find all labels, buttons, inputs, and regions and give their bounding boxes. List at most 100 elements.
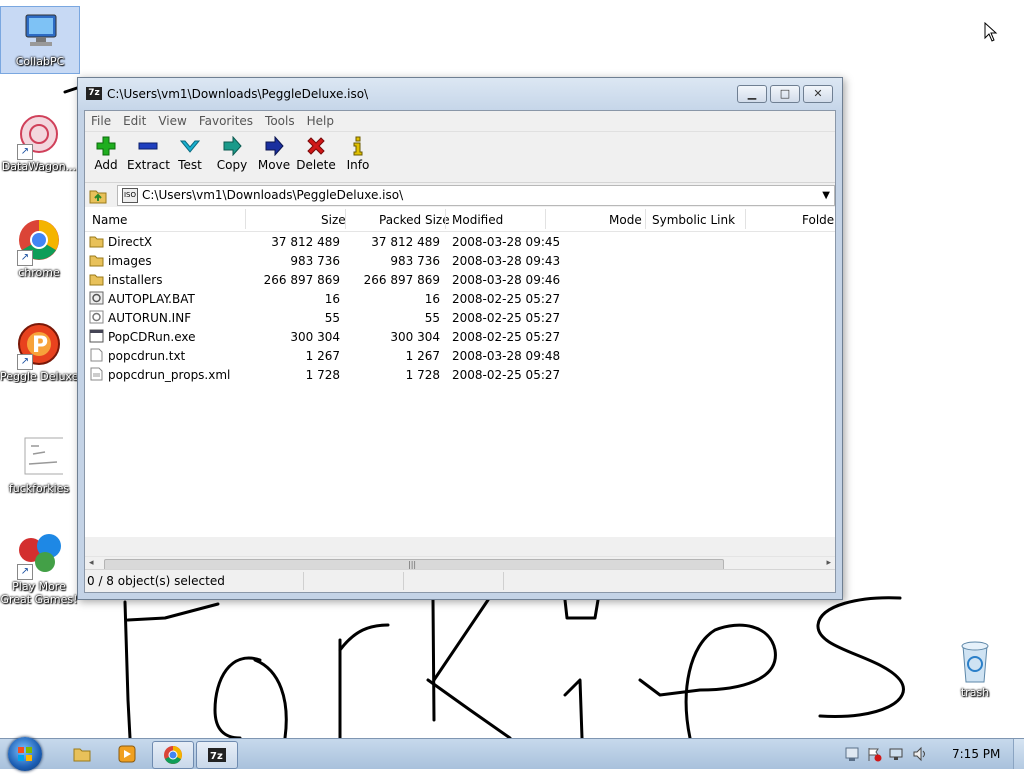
file-modified: 2008-02-25 05:27 bbox=[452, 311, 561, 325]
file-modified: 2008-02-25 05:27 bbox=[452, 368, 561, 382]
file-list: Name Size Packed Size Modified Mode Symb… bbox=[85, 207, 835, 537]
image-file-icon bbox=[15, 434, 66, 482]
file-row[interactable]: AUTORUN.INF 55 55 2008-02-25 05:27 bbox=[85, 308, 835, 327]
flag-icon[interactable] bbox=[866, 746, 882, 762]
delete-icon bbox=[307, 137, 325, 155]
column-name[interactable]: Name bbox=[92, 213, 127, 227]
column-symbolic-link[interactable]: Symbolic Link bbox=[652, 213, 735, 227]
add-button[interactable]: Add bbox=[85, 136, 127, 172]
file-row[interactable]: images 983 736 983 736 2008-03-28 09:43 bbox=[85, 251, 835, 270]
file-name: popcdrun.txt bbox=[108, 349, 186, 363]
datawagon-icon: ↗ bbox=[15, 112, 63, 160]
scroll-left-arrow-icon[interactable]: ◂ bbox=[89, 558, 94, 568]
batch-file-icon bbox=[89, 291, 104, 305]
move-button[interactable]: Move bbox=[253, 136, 295, 172]
action-center-icon[interactable] bbox=[844, 746, 860, 762]
file-row[interactable]: PopCDRun.exe 300 304 300 304 2008-02-25 05:… bbox=[85, 327, 835, 346]
taskbar-chrome-button[interactable] bbox=[152, 741, 194, 769]
speaker-icon[interactable] bbox=[912, 746, 928, 762]
file-size: 37 812 489 bbox=[271, 235, 340, 249]
chevron-down-icon[interactable]: ▼ bbox=[822, 186, 830, 205]
info-button[interactable]: Info bbox=[337, 136, 379, 172]
test-button[interactable]: Test bbox=[169, 136, 211, 172]
file-modified: 2008-03-28 09:48 bbox=[452, 349, 561, 363]
window-title: C:\Users\vm1\Downloads\PeggleDeluxe.iso\ bbox=[107, 87, 369, 101]
chrome-icon bbox=[164, 746, 182, 764]
file-modified: 2008-02-25 05:27 bbox=[452, 330, 561, 344]
status-bar: 0 / 8 object(s) selected bbox=[85, 569, 835, 592]
file-packed-size: 37 812 489 bbox=[371, 235, 440, 249]
iso-file-icon: ISO bbox=[122, 188, 138, 203]
windows-logo-icon bbox=[18, 747, 32, 761]
scroll-right-arrow-icon[interactable]: ▸ bbox=[826, 558, 831, 568]
start-button[interactable] bbox=[8, 737, 42, 771]
maximize-button[interactable]: □ bbox=[770, 85, 800, 103]
desktop-icon-chrome[interactable]: ↗ chrome bbox=[0, 218, 78, 279]
network-icon[interactable] bbox=[888, 746, 904, 762]
menu-edit[interactable]: Edit bbox=[117, 111, 152, 128]
file-modified: 2008-03-28 09:46 bbox=[452, 273, 561, 287]
file-row[interactable]: installers 266 897 869 266 897 869 2008-03-… bbox=[85, 270, 835, 289]
extract-icon bbox=[138, 142, 158, 150]
file-size: 300 304 bbox=[290, 330, 340, 344]
extract-button[interactable]: Extract bbox=[127, 136, 170, 172]
menu-help[interactable]: Help bbox=[301, 111, 340, 128]
computer-icon bbox=[16, 7, 64, 55]
shortcut-arrow-icon: ↗ bbox=[17, 144, 33, 160]
file-size: 983 736 bbox=[290, 254, 340, 268]
copy-button[interactable]: Copy bbox=[211, 136, 253, 172]
window-titlebar[interactable]: 7z C:\Users\vm1\Downloads\PeggleDeluxe.i… bbox=[78, 78, 842, 110]
toolbar: Add Extract Test Copy Move Delete Info bbox=[85, 132, 835, 183]
address-input[interactable]: ISO C:\Users\vm1\Downloads\PeggleDeluxe.… bbox=[117, 185, 835, 206]
taskbar-explorer-button[interactable] bbox=[62, 741, 102, 767]
show-desktop-button[interactable] bbox=[1013, 739, 1024, 769]
file-row[interactable]: popcdrun_props.xml 1 728 1 728 2008-02-25 0… bbox=[85, 365, 835, 384]
desktop-icon-play-more-games[interactable]: ↗ Play More Great Games! bbox=[0, 532, 78, 606]
menu-tools[interactable]: Tools bbox=[259, 111, 301, 128]
close-button[interactable]: ✕ bbox=[803, 85, 833, 103]
delete-button[interactable]: Delete bbox=[295, 136, 337, 172]
file-row[interactable]: popcdrun.txt 1 267 1 267 2008-03-28 09:48 bbox=[85, 346, 835, 365]
desktop-icon-label: CollabPC bbox=[15, 55, 65, 68]
svg-text:7z: 7z bbox=[210, 751, 223, 762]
column-size[interactable]: Size bbox=[321, 213, 346, 227]
file-row[interactable]: AUTOPLAY.BAT 16 16 2008-02-25 05:27 bbox=[85, 289, 835, 308]
column-packed-size[interactable]: Packed Size bbox=[379, 213, 450, 227]
file-packed-size: 983 736 bbox=[390, 254, 440, 268]
settings-file-icon bbox=[89, 310, 104, 324]
file-packed-size: 55 bbox=[424, 311, 440, 325]
xml-file-icon bbox=[90, 367, 103, 381]
7zip-icon: 7z bbox=[208, 748, 226, 762]
folder-up-icon[interactable] bbox=[89, 186, 107, 204]
column-modified[interactable]: Modified bbox=[452, 213, 503, 227]
taskbar-media-player-button[interactable] bbox=[107, 741, 147, 767]
executable-icon bbox=[89, 329, 104, 343]
status-text: 0 / 8 object(s) selected bbox=[87, 574, 225, 588]
menu-file[interactable]: File bbox=[85, 111, 117, 128]
file-row[interactable]: DirectX 37 812 489 37 812 489 2008-03-28 09… bbox=[85, 232, 835, 251]
taskbar-7zip-button[interactable]: 7z bbox=[196, 741, 238, 769]
mouse-cursor-icon bbox=[984, 22, 998, 42]
file-name: popcdrun_props.xml bbox=[108, 368, 231, 382]
desktop-icon-peggle-deluxe[interactable]: P ↗ Peggle Deluxe bbox=[0, 322, 78, 383]
file-size: 1 728 bbox=[305, 368, 340, 382]
desktop-icon-datawagon[interactable]: ↗ DataWagon... bbox=[0, 112, 78, 173]
desktop-icon-trash[interactable]: trash bbox=[936, 638, 1014, 699]
desktop-icon-collabpc[interactable]: CollabPC bbox=[0, 6, 80, 74]
shortcut-arrow-icon: ↗ bbox=[17, 354, 33, 370]
info-icon bbox=[353, 136, 363, 156]
file-name: AUTOPLAY.BAT bbox=[108, 292, 195, 306]
add-icon bbox=[96, 136, 116, 156]
menu-view[interactable]: View bbox=[152, 111, 192, 128]
file-name: DirectX bbox=[108, 235, 153, 249]
column-mode[interactable]: Mode bbox=[609, 213, 642, 227]
minimize-button[interactable]: ▁ bbox=[737, 85, 767, 103]
desktop-icon-fuckforkies[interactable]: fuckforkies bbox=[0, 434, 78, 495]
menu-favorites[interactable]: Favorites bbox=[193, 111, 259, 128]
media-player-icon bbox=[118, 745, 136, 763]
column-folder[interactable]: Folder bbox=[802, 213, 835, 227]
desktop-icon-label: chrome bbox=[18, 266, 60, 279]
svg-text:P: P bbox=[32, 333, 48, 358]
file-modified: 2008-02-25 05:27 bbox=[452, 292, 561, 306]
taskbar-clock[interactable]: 7:15 PM bbox=[952, 747, 1000, 761]
